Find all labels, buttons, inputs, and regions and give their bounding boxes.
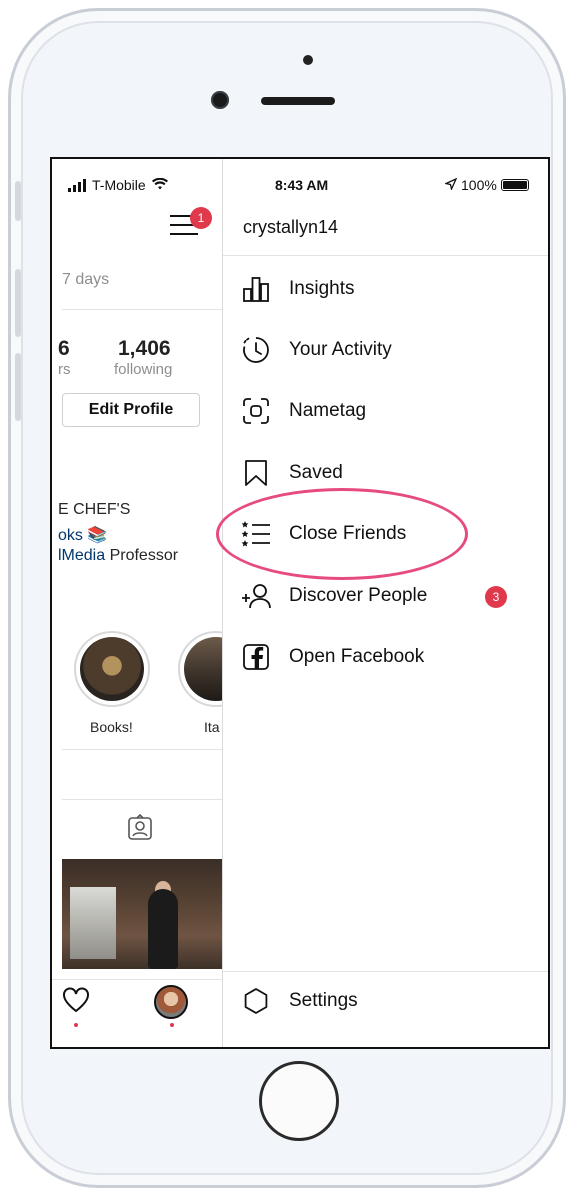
status-bar-right: 100% [443,177,529,193]
menu-item-open-facebook[interactable]: Open Facebook [241,637,424,677]
volume-up-button [15,269,21,337]
wifi-icon [151,177,168,193]
insights-period-text: 7 days [62,271,110,288]
drawer-username: crystallyn14 [243,217,339,237]
discover-people-badge: 3 [485,586,507,608]
following-label: following [114,361,173,378]
status-time: 8:43 AM [275,177,329,193]
menu-item-label: Your Activity [289,339,392,360]
bio-line: lMedia Professor [58,547,178,565]
divider [62,309,222,310]
proximity-sensor [303,55,313,65]
volume-down-button [15,353,21,421]
divider [62,749,222,750]
menu-item-label: Open Facebook [289,646,425,667]
menu-item-label: Nametag [289,400,367,421]
menu-item-label: Insights [289,278,355,299]
profile-panel: T-Mobile 1 7 days 6 rs 1,406 following E… [52,159,254,1047]
settings-gear-icon [241,986,271,1016]
home-button[interactable] [259,1061,339,1141]
highlight-label: Ita [204,719,220,735]
profile-dot [170,1023,174,1027]
followers-label: rs [58,361,71,378]
battery-icon [500,179,529,191]
menu-item-label: Settings [289,990,358,1011]
notification-badge: 1 [190,207,212,229]
menu-item-label: Discover People [289,585,428,606]
location-arrow-icon [443,177,458,193]
bio-link[interactable]: lMedia [58,547,105,564]
divider [223,971,548,972]
activity-clock-icon [241,335,271,365]
tagged-photos-icon[interactable] [126,813,154,842]
menu-item-settings[interactable]: Settings [241,981,358,1021]
close-friends-highlight-ellipse [216,488,468,580]
edit-profile-button[interactable]: Edit Profile [62,393,200,427]
divider [62,799,222,800]
facebook-icon [241,642,271,672]
battery-percent: 100% [461,177,497,193]
story-highlight-books[interactable] [74,631,150,707]
divider [223,255,548,256]
bio-line: E CHEF'S [58,501,131,518]
followers-count[interactable]: 6 [58,337,70,361]
status-bar-left: T-Mobile [68,177,168,193]
menu-item-your-activity[interactable]: Your Activity [241,330,392,370]
following-count[interactable]: 1,406 [118,337,171,361]
post-thumbnail[interactable] [62,859,222,969]
activity-heart-icon[interactable] [62,987,90,1020]
add-person-icon [241,581,271,611]
carrier-name: T-Mobile [92,177,146,193]
activity-dot [74,1023,78,1027]
bar-chart-icon [241,274,271,304]
phone-screen: T-Mobile 1 7 days 6 rs 1,406 following E… [50,157,550,1049]
profile-tab-avatar[interactable] [154,985,188,1019]
bookmark-icon [241,458,271,488]
bio-line[interactable]: oks 📚 [58,525,107,545]
menu-item-nametag[interactable]: Nametag [241,391,366,431]
menu-item-saved[interactable]: Saved [241,453,343,493]
bio-text: Professor [105,547,179,564]
nametag-scan-icon [241,396,271,426]
earpiece-speaker [261,97,335,105]
menu-item-insights[interactable]: Insights [241,269,354,309]
side-menu-drawer: 8:43 AM 100% crystallyn14 Insights Your … [222,159,548,1047]
menu-item-label: Saved [289,462,343,483]
highlight-label: Books! [90,719,133,735]
menu-item-discover-people[interactable]: Discover People [241,576,427,616]
front-camera [211,91,229,109]
signal-bars-icon [68,178,86,192]
mute-switch [15,181,21,221]
